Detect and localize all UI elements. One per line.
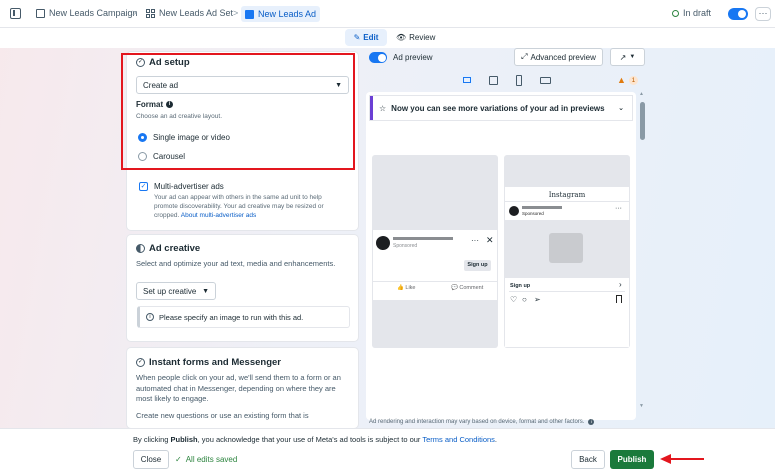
advanced-preview-button[interactable]: ⤢ Advanced preview — [514, 48, 603, 66]
top-bar: New Leads Campaign > New Leads Ad Set > … — [0, 0, 775, 28]
consent-text: By clicking Publish, you acknowledge tha… — [133, 435, 498, 444]
account-name-placeholder — [522, 206, 562, 209]
warning-icon: ▲ — [617, 75, 626, 85]
caret-down-icon: ▼ — [202, 287, 209, 295]
close-button[interactable]: Close — [133, 450, 169, 469]
ad-creative-desc: Select and optimize your ad text, media … — [136, 259, 336, 268]
preview-scrollbar[interactable]: ▲ ▼ — [639, 91, 645, 410]
grid-icon — [146, 8, 155, 18]
share-preview-button[interactable]: ↗ ▼ — [610, 48, 645, 66]
avatar — [376, 236, 390, 250]
ad-icon — [245, 9, 254, 19]
breadcrumb-separator: > — [132, 8, 138, 18]
draft-status: In draft — [672, 8, 711, 18]
send-icon: ➢ — [534, 295, 541, 304]
heart-icon: ♡ — [510, 295, 518, 304]
about-multi-advertiser-link[interactable]: About multi-advertiser ads — [181, 212, 257, 219]
saved-status: ✓ All edits saved — [175, 455, 238, 464]
checkmark-icon: ✓ — [140, 183, 147, 190]
tab-edit[interactable]: ✎ Edit — [345, 29, 387, 46]
tab-review[interactable]: 👁 Review — [396, 29, 435, 46]
instant-forms-title: ✓ Instant forms and Messenger — [136, 357, 281, 368]
close-icon: ✕ — [486, 235, 494, 245]
ad-creative-title: Ad creative — [136, 243, 200, 254]
like-button[interactable]: 👍 Like — [397, 285, 415, 291]
creative-notice: i Please specify an image to run with th… — [137, 306, 350, 328]
scroll-down-icon: ▼ — [639, 403, 644, 409]
red-arrow-annotation — [660, 454, 704, 464]
highlight-box — [121, 53, 355, 170]
status-circle-icon — [672, 9, 679, 17]
folder-icon — [36, 8, 45, 18]
eye-icon: 👁 — [396, 33, 407, 42]
more-icon: ··· — [471, 236, 479, 245]
ad-preview-label: Ad preview — [393, 53, 433, 62]
chevron-right-icon: › — [619, 280, 622, 289]
preview-footer-note: Ad rendering and interaction may vary ba… — [369, 419, 595, 425]
image-placeholder — [505, 220, 629, 278]
expand-icon: ⤢ — [521, 52, 528, 61]
check-icon: ✓ — [175, 455, 182, 464]
back-button[interactable]: Back — [571, 450, 605, 469]
multi-advertiser-label: Multi-advertiser ads — [154, 182, 224, 191]
more-icon: ··· — [615, 205, 622, 212]
devices-icon — [463, 77, 471, 83]
info-circle-icon: i — [146, 313, 154, 321]
check-circle-icon: ✓ — [136, 358, 145, 367]
more-options-button[interactable]: ··· — [755, 7, 771, 21]
preview-area: ☆ Now you can see more variations of you… — [366, 92, 636, 420]
avatar — [509, 206, 519, 216]
device-vertical-button[interactable] — [516, 75, 522, 86]
image-icon — [549, 233, 583, 263]
breadcrumb-adset[interactable]: New Leads Ad Set — [146, 8, 233, 18]
info-icon: i — [588, 419, 595, 425]
star-icon: ☆ — [379, 103, 387, 113]
instant-forms-desc: When people click on your ad, we'll send… — [136, 373, 341, 420]
multi-advertiser-checkbox[interactable]: ✓ — [139, 182, 148, 191]
terms-link[interactable]: Terms and Conditions — [422, 435, 495, 444]
comment-button[interactable]: 💬 Comment — [451, 285, 483, 291]
mode-tabs: ✎ Edit 👁 Review — [0, 28, 775, 48]
facebook-post-card: Sponsored ··· ✕ Sign up 👍 Like 💬 Comment — [373, 230, 497, 300]
device-horizontal-button[interactable] — [540, 77, 551, 84]
thumbs-up-icon: 👍 — [397, 285, 404, 291]
breadcrumb-ad[interactable]: New Leads Ad — [241, 6, 321, 22]
bookmark-icon — [616, 295, 622, 303]
instagram-post-card: Instagram Sponsored ··· Sign up › ♡ ○ ➢ — [505, 187, 629, 347]
campaign-toggle[interactable] — [728, 8, 748, 20]
share-icon: ↗ — [619, 52, 627, 62]
comment-icon: 💬 — [451, 285, 458, 291]
preview-banner[interactable]: ☆ Now you can see more variations of you… — [370, 96, 632, 120]
device-all-button[interactable] — [460, 74, 474, 86]
device-square-button[interactable] — [489, 76, 498, 85]
scroll-up-icon: ▲ — [639, 91, 644, 97]
caret-down-icon: ▼ — [629, 54, 636, 60]
warning-indicator[interactable]: ▲ 1 — [617, 75, 638, 85]
pencil-icon: ✎ — [353, 33, 361, 42]
breadcrumb-campaign[interactable]: New Leads Campaign — [36, 8, 138, 18]
publish-button[interactable]: Publish — [610, 450, 654, 469]
comment-icon: ○ — [522, 295, 527, 304]
set-up-creative-button[interactable]: Set up creative ▼ — [136, 282, 216, 300]
sign-up-button[interactable]: Sign up — [464, 260, 491, 271]
more-icon: ··· — [758, 8, 768, 18]
page-name-placeholder — [393, 237, 453, 240]
chevron-down-icon: ⌄ — [618, 105, 624, 112]
sidebar-toggle-icon[interactable] — [10, 8, 21, 19]
multi-advertiser-desc: Your ad can appear with others in the sa… — [154, 194, 324, 219]
half-circle-icon — [136, 244, 145, 253]
ad-preview-toggle[interactable] — [369, 52, 387, 63]
breadcrumb-separator: > — [233, 8, 239, 18]
